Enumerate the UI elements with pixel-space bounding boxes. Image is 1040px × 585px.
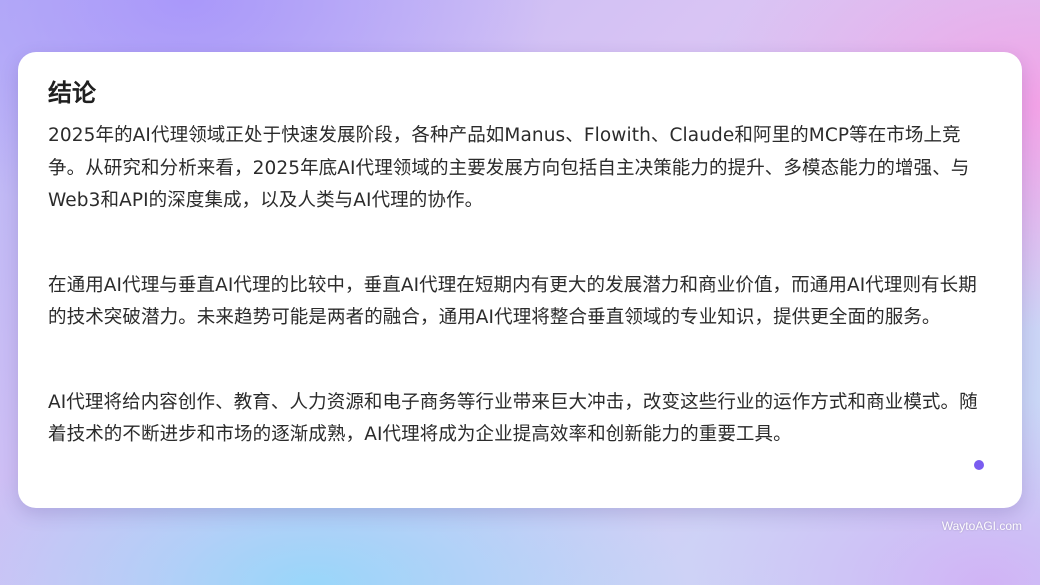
watermark: WaytoAGI.com bbox=[941, 519, 1022, 533]
paragraph-1: 2025年的AI代理领域正处于快速发展阶段，各种产品如Manus、Flowith… bbox=[48, 125, 970, 211]
card-title: 结论 bbox=[48, 79, 96, 107]
conclusion-card: 结论 2025年的AI代理领域正处于快速发展阶段，各种产品如Manus、Flow… bbox=[18, 52, 1022, 508]
accent-dot-icon bbox=[974, 460, 984, 470]
paragraph-3: AI代理将给内容创作、教育、人力资源和电子商务等行业带来巨大冲击，改变这些行业的… bbox=[48, 391, 978, 446]
paragraph-2: 在通用AI代理与垂直AI代理的比较中，垂直AI代理在短期内有更大的发展潜力和商业… bbox=[48, 274, 977, 329]
